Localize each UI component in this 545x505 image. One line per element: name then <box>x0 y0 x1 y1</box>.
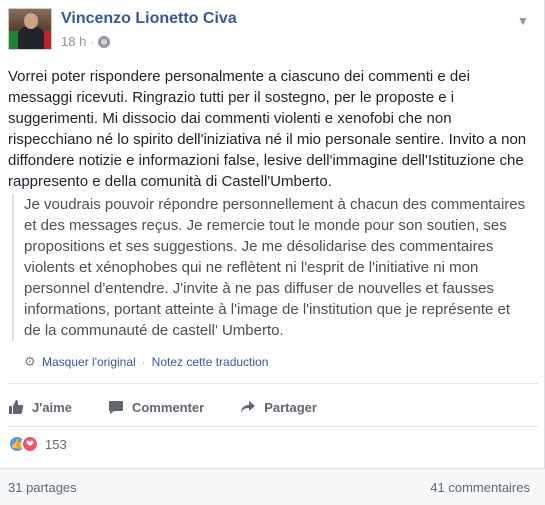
avatar[interactable] <box>8 8 52 50</box>
comment-label: Commenter <box>131 399 205 415</box>
share-button[interactable]: Partager <box>240 399 317 415</box>
author-name[interactable]: Vincenzo Lionetto Civa <box>61 10 237 28</box>
facebook-post: Vincenzo Lionetto Civa 18 h · ▼ Vorrei p… <box>0 0 545 505</box>
share-label: Partager <box>264 399 317 415</box>
avatar-head <box>24 13 38 29</box>
globe-icon <box>98 35 111 48</box>
reaction-count: 153 <box>45 436 67 452</box>
avatar-body <box>18 27 44 49</box>
divider <box>8 426 538 427</box>
translation-actions: ⚙ Masquer l'original · Notez cette tradu… <box>24 355 268 369</box>
hide-original-link[interactable]: Masquer l'original <box>42 355 136 369</box>
comment-button[interactable]: Commenter <box>108 399 204 415</box>
love-reaction-icon: ❤ <box>21 435 39 453</box>
rate-translation-link[interactable]: Notez cette traduction <box>152 355 269 369</box>
gear-icon[interactable]: ⚙ <box>24 355 36 368</box>
meta-separator: · <box>90 34 95 49</box>
thumbs-up-icon <box>9 400 24 414</box>
post-meta: 18 h · <box>61 34 111 49</box>
shares-count[interactable]: 31 partages <box>8 480 77 495</box>
chevron-down-icon[interactable]: ▼ <box>514 12 532 30</box>
post-header: Vincenzo Lionetto Civa 18 h · ▼ <box>8 8 538 54</box>
share-arrow-icon <box>241 401 256 413</box>
translation-separator: · <box>141 355 146 369</box>
action-bar: J'aime Commenter Partager <box>8 392 538 422</box>
translation-text: Je voudrais pouvoir répondre personnelle… <box>12 194 528 341</box>
like-button[interactable]: J'aime <box>8 399 72 415</box>
post-text: Vorrei poter rispondere personalmente a … <box>8 68 527 190</box>
like-label: J'aime <box>32 399 72 415</box>
divider <box>8 383 538 384</box>
reactions-summary[interactable]: 👍 ❤ 153 <box>8 434 67 454</box>
comment-icon <box>108 401 123 414</box>
timestamp[interactable]: 18 h <box>61 34 86 49</box>
comments-count[interactable]: 41 commentaires <box>430 480 530 495</box>
